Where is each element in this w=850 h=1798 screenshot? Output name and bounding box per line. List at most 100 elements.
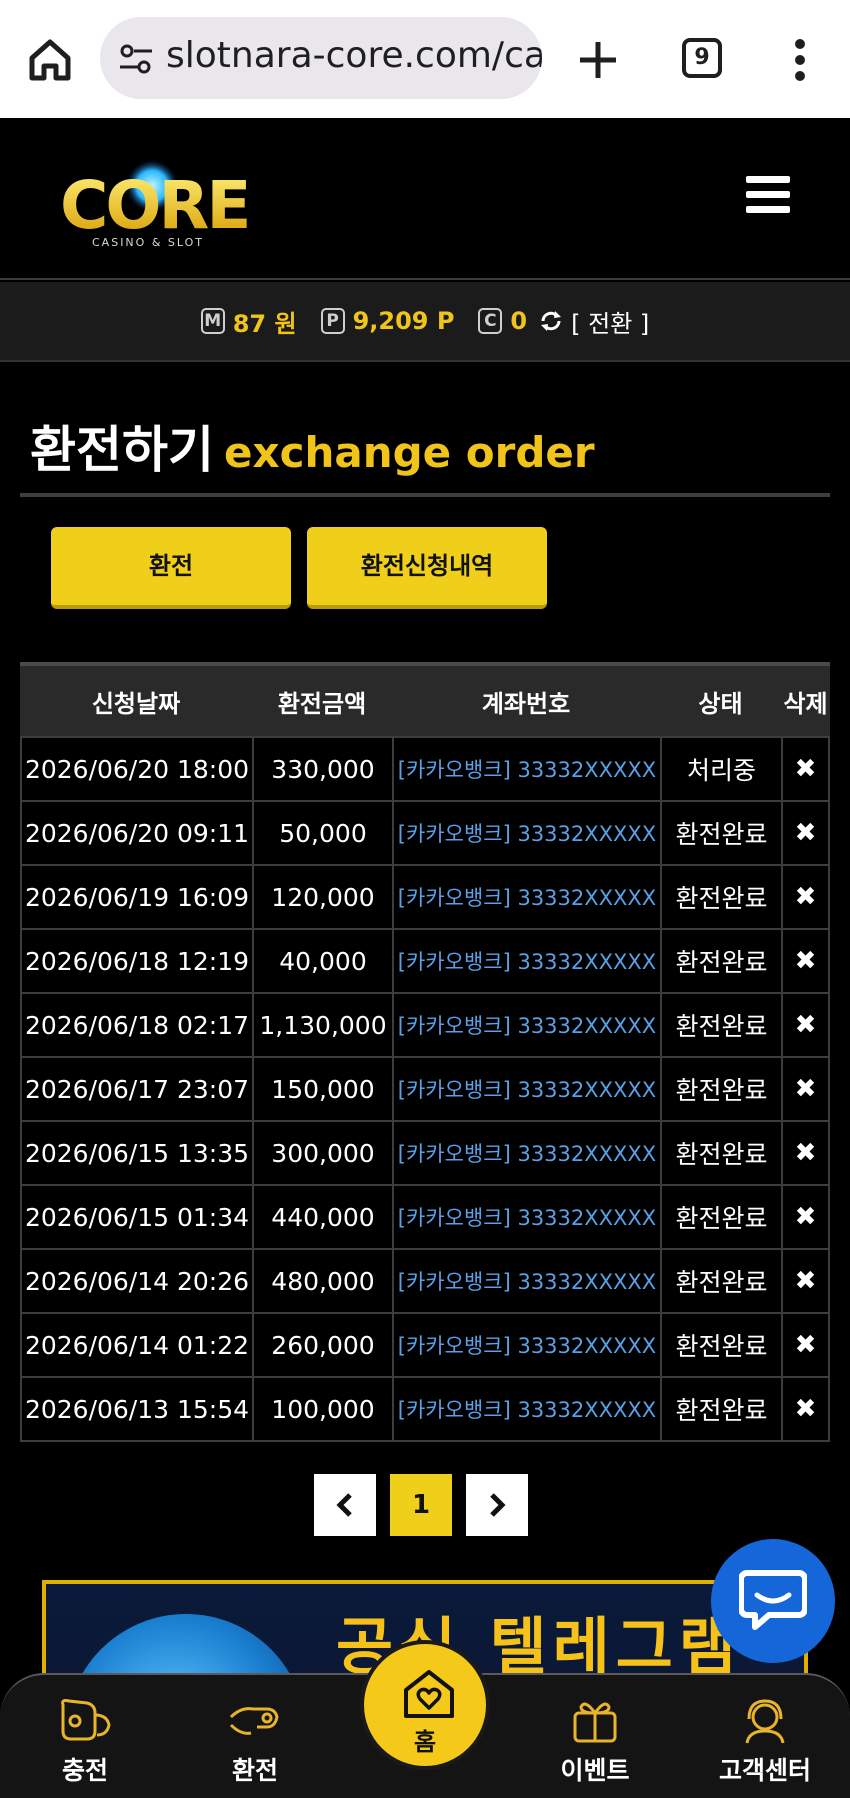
delete-icon: ✖ [794,1202,817,1232]
account-cell[interactable]: [카카오뱅크] 33332XXXXX [392,1186,660,1248]
status-cell: 환전완료 [660,1378,781,1440]
table-row: 2026/06/19 16:09 120,000 [카카오뱅크] 33332XXXX… [20,866,830,930]
delete-icon: ✖ [794,1074,817,1104]
account-cell[interactable]: [카카오뱅크] 33332XXXXX [392,1314,660,1376]
status-cell: 환전완료 [660,802,781,864]
page-button-current[interactable]: 1 [390,1474,452,1536]
table-row: 2026/06/15 01:34 440,000 [카카오뱅크] 33332XXXX… [20,1186,830,1250]
tab-switcher-button[interactable]: 9 [682,38,722,78]
nav-exchange[interactable]: 환전 [190,1695,320,1787]
amount-cell: 330,000 [252,738,392,800]
money-icon: M [200,308,225,334]
delete-button[interactable]: ✖ [781,1058,830,1120]
nav-charge[interactable]: 충전 [20,1695,150,1787]
account-cell[interactable]: [카카오뱅크] 33332XXXXX [392,1122,660,1184]
home-icon[interactable] [22,32,78,88]
delete-button[interactable]: ✖ [781,1250,830,1312]
coin-balance: 0 [510,307,528,335]
delete-icon: ✖ [794,1394,817,1424]
delete-icon: ✖ [794,1010,817,1040]
refresh-icon[interactable] [539,309,563,333]
amount-cell: 260,000 [252,1314,392,1376]
account-cell[interactable]: [카카오뱅크] 33332XXXXX [392,930,660,992]
delete-button[interactable]: ✖ [781,1186,830,1248]
heart-home-icon [404,1670,454,1718]
amount-cell: 480,000 [252,1250,392,1312]
date-cell: 2026/06/18 02:17 [20,994,252,1056]
status-cell: 환전완료 [660,930,781,992]
account-cell[interactable]: [카카오뱅크] 33332XXXXX [392,1378,660,1440]
point-balance: 9,209 P [352,307,455,335]
account-cell[interactable]: [카카오뱅크] 33332XXXXX [392,802,660,864]
status-cell: 환전완료 [660,1186,781,1248]
delete-button[interactable]: ✖ [781,994,830,1056]
account-cell[interactable]: [카카오뱅크] 33332XXXXX [392,1058,660,1120]
charge-icon [61,1699,111,1741]
table-row: 2026/06/20 09:11 50,000 [카카오뱅크] 33332XXXXX… [20,802,830,866]
exchange-history-table: 신청날짜 환전금액 계좌번호 상태 삭제 2026/06/20 18:00 330… [20,662,830,1442]
date-cell: 2026/06/20 18:00 [20,738,252,800]
prev-page-button[interactable] [314,1474,376,1536]
nav-home-label: 홈 [413,1728,437,1756]
exchange-tab-button[interactable]: 환전 [51,527,291,609]
plus-icon[interactable] [576,38,620,82]
delete-icon: ✖ [794,1138,817,1168]
core-logo[interactable]: CORE CASINO & SLOT [60,156,260,248]
title-divider [20,493,830,497]
point-icon: P [320,308,345,334]
delete-button[interactable]: ✖ [781,1122,830,1184]
live-chat-button[interactable] [711,1539,835,1663]
nav-charge-label: 충전 [61,1756,108,1785]
nav-event-label: 이벤트 [560,1756,630,1785]
status-cell: 환전완료 [660,866,781,928]
amount-cell: 150,000 [252,1058,392,1120]
page-title-korean: 환전하기 [30,421,214,479]
account-cell[interactable]: [카카오뱅크] 33332XXXXX [392,738,660,800]
account-cell[interactable]: [카카오뱅크] 33332XXXXX [392,1250,660,1312]
status-cell: 처리중 [660,738,781,800]
chat-icon [739,1570,807,1630]
table-row: 2026/06/14 01:22 260,000 [카카오뱅크] 33332XXXX… [20,1314,830,1378]
header-date: 신청날짜 [91,689,181,718]
exchange-history-tab-button[interactable]: 환전신청내역 [307,527,547,609]
menu-icon[interactable] [746,176,790,214]
amount-cell: 120,000 [252,866,392,928]
delete-button[interactable]: ✖ [781,802,830,864]
nav-support[interactable]: 고객센터 [700,1695,830,1787]
amount-cell: 40,000 [252,930,392,992]
site-settings-icon[interactable] [118,41,154,77]
delete-button[interactable]: ✖ [781,738,830,800]
url-bar[interactable]: slotnara-core.com/ca [100,17,542,99]
chevron-left-icon [336,1493,352,1517]
header-delete: 삭제 [783,689,828,718]
table-row: 2026/06/17 23:07 150,000 [카카오뱅크] 33332XXXX… [20,1058,830,1122]
delete-icon: ✖ [794,754,817,784]
delete-icon: ✖ [794,1266,817,1296]
table-body: 2026/06/20 18:00 330,000 [카카오뱅크] 33332XXXX… [20,736,830,1442]
table-row: 2026/06/15 13:35 300,000 [카카오뱅크] 33332XXXX… [20,1122,830,1186]
date-cell: 2026/06/19 16:09 [20,866,252,928]
date-cell: 2026/06/14 01:22 [20,1314,252,1376]
more-icon[interactable] [794,38,806,82]
amount-cell: 1,130,000 [252,994,392,1056]
next-page-button[interactable] [466,1474,528,1536]
delete-button[interactable]: ✖ [781,1378,830,1440]
table-row: 2026/06/14 20:26 480,000 [카카오뱅크] 33332XXXX… [20,1250,830,1314]
delete-icon: ✖ [794,946,817,976]
convert-link[interactable]: [ 전환 ] [571,304,649,339]
money-balance: 87 원 [232,309,297,338]
delete-button[interactable]: ✖ [781,930,830,992]
site-header: CORE CASINO & SLOT [0,118,850,280]
date-cell: 2026/06/13 15:54 [20,1378,252,1440]
nav-event[interactable]: 이벤트 [530,1695,660,1787]
status-cell: 환전완료 [660,1122,781,1184]
nav-home[interactable]: 홈 [360,1640,490,1770]
account-cell[interactable]: [카카오뱅크] 33332XXXXX [392,994,660,1056]
table-header: 신청날짜 환전금액 계좌번호 상태 삭제 [20,662,830,736]
date-cell: 2026/06/14 20:26 [20,1250,252,1312]
header-account: 계좌번호 [481,689,571,718]
account-cell[interactable]: [카카오뱅크] 33332XXXXX [392,866,660,928]
delete-button[interactable]: ✖ [781,866,830,928]
delete-button[interactable]: ✖ [781,1314,830,1376]
amount-cell: 100,000 [252,1378,392,1440]
